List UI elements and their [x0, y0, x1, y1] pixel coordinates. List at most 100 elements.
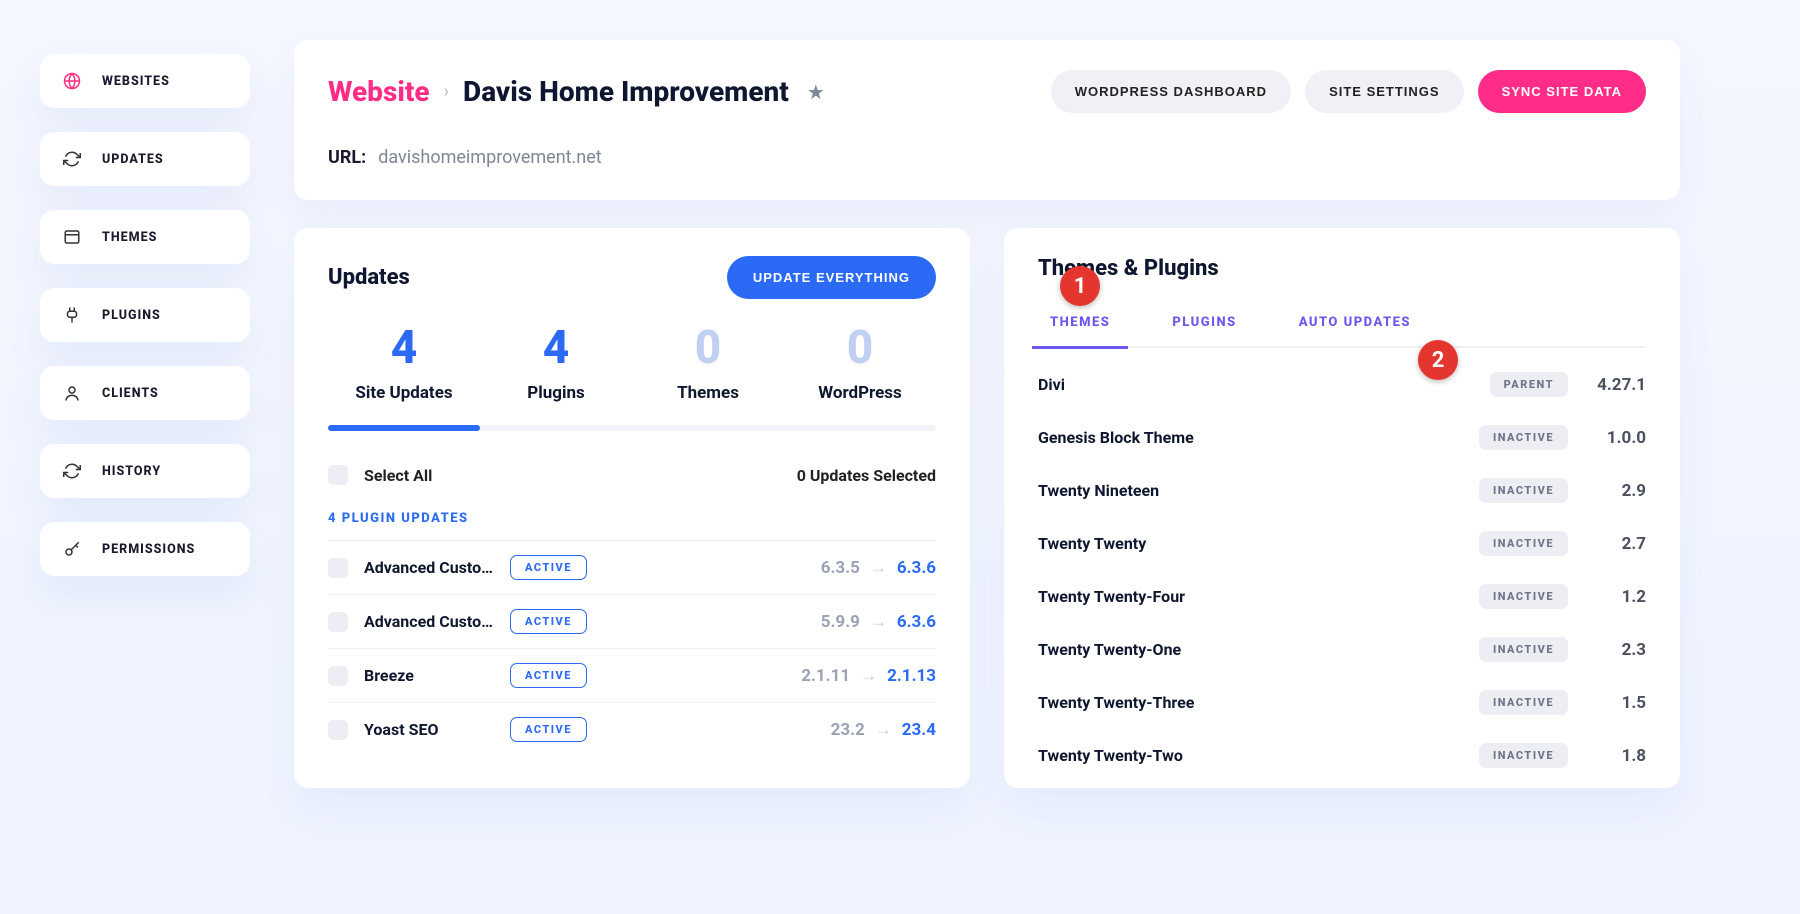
version-cell: 23.2 → 23.4 [831, 720, 936, 740]
stat-wordpress[interactable]: 0 WordPress [784, 321, 936, 403]
plugin-name[interactable]: Yoast SEO [364, 720, 494, 739]
update-row-checkbox[interactable] [328, 558, 348, 578]
arrow-right-icon: → [860, 666, 877, 686]
theme-row[interactable]: Divi PARENT 4.27.1 [1038, 358, 1646, 411]
stat-label-wordpress: WordPress [784, 383, 936, 403]
stat-label-plugins: Plugins [480, 383, 632, 403]
theme-name: Twenty Twenty-Two [1038, 746, 1463, 765]
url-value[interactable]: davishomeimprovement.net [378, 147, 601, 168]
theme-status-badge: INACTIVE [1479, 478, 1568, 503]
plugin-update-row: Yoast SEO ACTIVE 23.2 → 23.4 [328, 702, 936, 756]
sidebar-item-clients[interactable]: CLIENTS [40, 366, 250, 420]
key-icon [60, 540, 84, 558]
theme-name: Twenty Twenty [1038, 534, 1463, 553]
sidebar-item-updates[interactable]: UPDATES [40, 132, 250, 186]
themes-plugins-title: Themes & Plugins [1038, 256, 1646, 281]
sidebar-item-label: CLIENTS [102, 386, 159, 401]
header-actions: WORDPRESS DASHBOARD SITE SETTINGS SYNC S… [1051, 70, 1646, 113]
plugin-name[interactable]: Advanced Custo… [364, 558, 494, 577]
url-label: URL: [328, 147, 366, 168]
update-row-checkbox[interactable] [328, 612, 348, 632]
sidebar-item-plugins[interactable]: PLUGINS [40, 288, 250, 342]
stat-num-themes: 0 [632, 321, 784, 375]
version-to: 23.4 [902, 720, 936, 740]
theme-version: 2.3 [1584, 640, 1646, 660]
plugin-name[interactable]: Advanced Custo… [364, 612, 494, 631]
sidebar-item-websites[interactable]: WEBSITES [40, 54, 250, 108]
update-everything-button[interactable]: UPDATE EVERYTHING [727, 256, 936, 299]
sidebar-item-label: PLUGINS [102, 308, 161, 323]
theme-row[interactable]: Genesis Block Theme INACTIVE 1.0.0 [1038, 411, 1646, 464]
version-from: 2.1.11 [801, 666, 850, 686]
main-content: Website › Davis Home Improvement ★ WORDP… [294, 40, 1680, 788]
sidebar-item-label: UPDATES [102, 152, 164, 167]
window-icon [60, 228, 84, 246]
theme-name: Divi [1038, 375, 1474, 394]
theme-status-badge: INACTIVE [1479, 531, 1568, 556]
sidebar: WEBSITES UPDATES THEMES PLUGINS CLIENTS [40, 54, 250, 788]
theme-status-badge: INACTIVE [1479, 584, 1568, 609]
theme-name: Twenty Nineteen [1038, 481, 1463, 500]
arrow-right-icon: → [870, 612, 887, 632]
stat-label-site-updates: Site Updates [328, 383, 480, 403]
stat-plugins[interactable]: 4 Plugins [480, 321, 632, 403]
annotation-callout-2: 2 [1418, 340, 1458, 380]
sidebar-item-permissions[interactable]: PERMISSIONS [40, 522, 250, 576]
version-from: 5.9.9 [821, 612, 860, 632]
theme-version: 1.5 [1584, 693, 1646, 713]
theme-row[interactable]: Twenty Twenty-Three INACTIVE 1.5 [1038, 676, 1646, 729]
sidebar-item-themes[interactable]: THEMES [40, 210, 250, 264]
url-line: URL: davishomeimprovement.net [328, 147, 1646, 168]
sidebar-item-history[interactable]: HISTORY [40, 444, 250, 498]
plugin-update-row: Breeze ACTIVE 2.1.11 → 2.1.13 [328, 648, 936, 702]
stat-label-themes: Themes [632, 383, 784, 403]
themes-list: Divi PARENT 4.27.1 Genesis Block Theme I… [1038, 358, 1646, 782]
star-icon[interactable]: ★ [807, 80, 825, 104]
theme-name: Twenty Twenty-Four [1038, 587, 1463, 606]
active-badge: ACTIVE [510, 717, 587, 742]
updates-title: Updates [328, 265, 410, 290]
theme-name: Twenty Twenty-Three [1038, 693, 1463, 712]
stat-site-updates[interactable]: 4 Site Updates [328, 321, 480, 403]
theme-version: 4.27.1 [1584, 375, 1646, 395]
tab-auto-updates[interactable]: AUTO UPDATES [1287, 315, 1423, 346]
theme-name: Twenty Twenty-One [1038, 640, 1463, 659]
theme-row[interactable]: Twenty Twenty-One INACTIVE 2.3 [1038, 623, 1646, 676]
updates-selected-count: 0 Updates Selected [797, 466, 936, 485]
theme-row[interactable]: Twenty Twenty-Two INACTIVE 1.8 [1038, 729, 1646, 782]
wordpress-dashboard-button[interactable]: WORDPRESS DASHBOARD [1051, 70, 1291, 113]
theme-row[interactable]: Twenty Nineteen INACTIVE 2.9 [1038, 464, 1646, 517]
stat-num-site-updates: 4 [328, 321, 480, 375]
version-cell: 5.9.9 → 6.3.6 [821, 612, 936, 632]
theme-status-badge: INACTIVE [1479, 690, 1568, 715]
version-to: 6.3.6 [897, 558, 936, 578]
breadcrumb-root[interactable]: Website [328, 75, 430, 108]
themes-plugins-panel: Themes & Plugins THEMES PLUGINS AUTO UPD… [1004, 228, 1680, 788]
theme-name: Genesis Block Theme [1038, 428, 1463, 447]
plugin-updates-list: Advanced Custo… ACTIVE 6.3.5 → 6.3.6 Adv… [328, 540, 936, 756]
select-all-checkbox[interactable] [328, 465, 348, 485]
theme-status-badge: INACTIVE [1479, 743, 1568, 768]
theme-status-badge: PARENT [1490, 372, 1568, 397]
active-badge: ACTIVE [510, 609, 587, 634]
site-settings-button[interactable]: SITE SETTINGS [1305, 70, 1464, 113]
theme-row[interactable]: Twenty Twenty-Four INACTIVE 1.2 [1038, 570, 1646, 623]
theme-version: 1.0.0 [1584, 428, 1646, 448]
theme-row[interactable]: Twenty Twenty INACTIVE 2.7 [1038, 517, 1646, 570]
tab-plugins[interactable]: PLUGINS [1160, 315, 1248, 346]
update-row-checkbox[interactable] [328, 720, 348, 740]
select-all-label[interactable]: Select All [364, 466, 432, 485]
plugin-name[interactable]: Breeze [364, 666, 494, 685]
breadcrumb: Website › Davis Home Improvement ★ [328, 75, 825, 108]
theme-version: 1.8 [1584, 746, 1646, 766]
theme-version: 2.7 [1584, 534, 1646, 554]
stat-themes[interactable]: 0 Themes [632, 321, 784, 403]
sidebar-item-label: PERMISSIONS [102, 542, 195, 557]
sidebar-item-label: WEBSITES [102, 74, 170, 89]
plugin-updates-section-label: 4 PLUGIN UPDATES [328, 511, 936, 526]
update-row-checkbox[interactable] [328, 666, 348, 686]
sidebar-item-label: HISTORY [102, 464, 161, 479]
active-badge: ACTIVE [510, 663, 587, 688]
sync-site-data-button[interactable]: SYNC SITE DATA [1478, 70, 1646, 113]
tab-themes[interactable]: THEMES [1038, 315, 1122, 346]
